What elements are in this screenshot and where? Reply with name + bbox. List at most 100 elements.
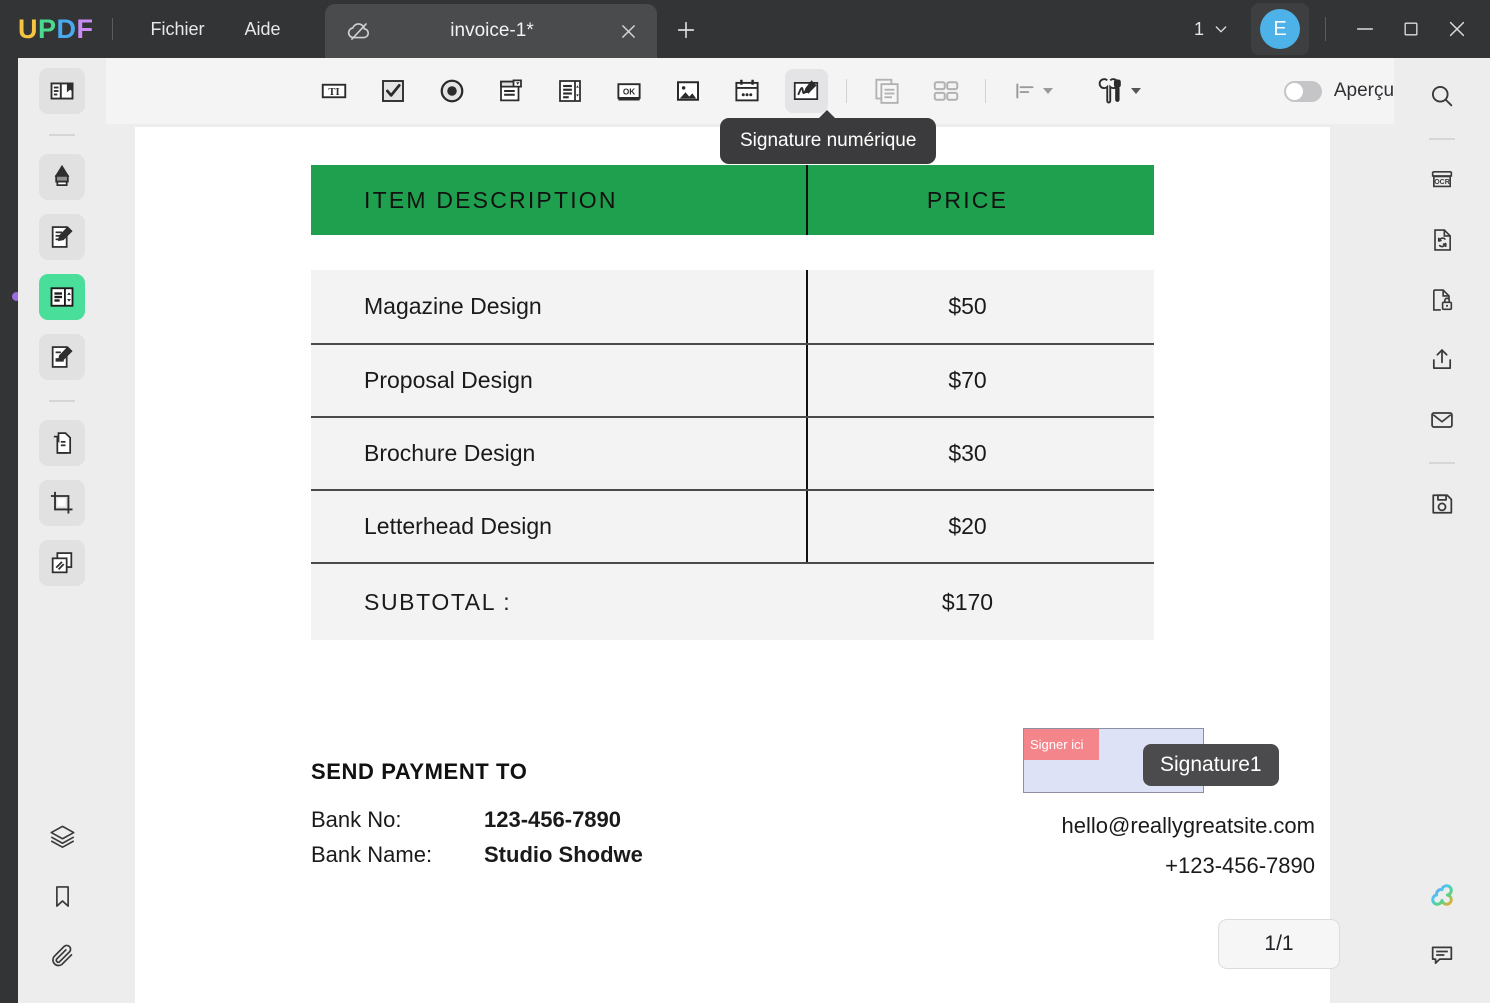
sidebar-item-form[interactable] — [39, 274, 85, 320]
layers-icon — [49, 823, 76, 850]
rsidebar-convert[interactable] — [1418, 216, 1466, 264]
menu-fichier[interactable]: Fichier — [131, 13, 225, 46]
cell-item: Magazine Design — [311, 293, 806, 320]
sidebar-item-attachments[interactable] — [39, 933, 85, 979]
avatar: E — [1260, 9, 1300, 49]
image-field-icon — [673, 76, 703, 106]
rsidebar-save[interactable] — [1418, 480, 1466, 528]
save-disk-icon — [1428, 490, 1456, 518]
avatar-button[interactable]: E — [1251, 3, 1309, 55]
crop-icon — [48, 489, 76, 517]
cell-item: Brochure Design — [311, 440, 806, 467]
chevron-down-icon — [1213, 21, 1229, 37]
edit-document-icon — [48, 223, 76, 251]
document-viewport[interactable]: ITEM DESCRIPTION PRICE Magazine Design $… — [106, 124, 1394, 1003]
logo-letter-f: F — [77, 16, 94, 43]
sidebar-item-reader[interactable] — [39, 68, 85, 114]
cell-price: $20 — [806, 513, 1154, 540]
sidebar-item-crop[interactable] — [39, 480, 85, 526]
tool-push-button[interactable]: OK — [608, 69, 651, 113]
tool-checkbox[interactable] — [371, 69, 414, 113]
sidebar-item-batch[interactable] — [39, 540, 85, 586]
maximize-icon[interactable] — [1388, 0, 1434, 58]
right-sidebar-bottom — [1394, 871, 1490, 991]
share-upload-icon — [1428, 346, 1456, 374]
toolbar-separator-1 — [846, 79, 847, 103]
row-divider — [806, 418, 808, 491]
tool-text-field[interactable]: TI — [312, 69, 355, 113]
tool-form-data[interactable] — [865, 69, 908, 113]
search-icon — [1428, 82, 1456, 110]
close-icon[interactable] — [611, 14, 645, 48]
sidebar-separator-1 — [49, 134, 75, 136]
pdf-page[interactable]: ITEM DESCRIPTION PRICE Magazine Design $… — [135, 127, 1330, 1003]
paperclip-icon — [49, 943, 76, 970]
left-sidebar-bottom — [18, 813, 106, 993]
tab-title: invoice-1* — [373, 20, 611, 42]
text-field-icon: TI — [319, 76, 349, 106]
svg-text:TI: TI — [328, 87, 339, 98]
preview-toggle-group[interactable]: Aperçu — [1284, 80, 1394, 102]
tool-dropdown[interactable] — [489, 69, 532, 113]
bank-no-label: Bank No: — [311, 807, 484, 833]
bookmark-icon — [49, 883, 76, 910]
rsidebar-ocr[interactable]: OCR — [1418, 156, 1466, 204]
preview-toggle[interactable] — [1284, 81, 1322, 102]
digital-signature-icon — [791, 76, 821, 106]
new-tab-button[interactable] — [668, 12, 704, 48]
window-close-icon[interactable] — [1434, 0, 1480, 58]
bank-name-label: Bank Name: — [311, 842, 484, 868]
sidebar-item-pages[interactable] — [39, 420, 85, 466]
radio-button-icon — [437, 76, 467, 106]
page-indicator[interactable]: 1/1 — [1218, 919, 1340, 969]
cell-price: $70 — [806, 367, 1154, 394]
tool-list-box[interactable] — [548, 69, 591, 113]
tool-date-field[interactable] — [726, 69, 769, 113]
lock-document-icon — [1428, 286, 1456, 314]
rsidebar-protect[interactable] — [1418, 276, 1466, 324]
updf-window: U P D F Fichier Aide invoice-1* — [0, 0, 1490, 1003]
signature-field-tooltip: Signature1 — [1143, 744, 1279, 786]
checkbox-icon — [378, 76, 408, 106]
tool-align[interactable] — [1004, 69, 1061, 113]
table-body: Magazine Design $50 Proposal Design $70 … — [311, 270, 1154, 640]
field-grid-icon — [931, 76, 961, 106]
right-sidebar: OCR — [1394, 58, 1490, 1003]
chevron-down-icon — [1131, 88, 1141, 94]
cloud-off-icon — [345, 17, 373, 45]
sidebar-item-sign[interactable] — [39, 334, 85, 380]
rsidebar-comments[interactable] — [1418, 931, 1466, 979]
tool-radio-button[interactable] — [430, 69, 473, 113]
document-tab[interactable]: invoice-1* — [325, 4, 657, 58]
tool-digital-signature[interactable] — [785, 69, 828, 113]
contact-phone: +123-456-7890 — [835, 853, 1315, 879]
sidebar-item-layers[interactable] — [39, 813, 85, 859]
ocr-icon: OCR — [1428, 166, 1456, 194]
tool-image-field[interactable] — [667, 69, 710, 113]
rsidebar-share[interactable] — [1418, 336, 1466, 384]
list-box-icon — [555, 76, 585, 106]
tool-field-grid[interactable] — [924, 69, 967, 113]
bank-no-value: 123-456-7890 — [484, 807, 621, 833]
page-selector[interactable]: 1 — [1186, 14, 1237, 45]
calendar-date-icon — [732, 76, 762, 106]
column-header-item: ITEM DESCRIPTION — [311, 187, 806, 214]
minimize-icon[interactable] — [1342, 0, 1388, 58]
table-row: Magazine Design $50 — [311, 270, 1154, 343]
tool-form-settings[interactable] — [1091, 69, 1148, 113]
rsidebar-email[interactable] — [1418, 396, 1466, 444]
titlebar-divider — [112, 18, 113, 40]
cell-price: $30 — [806, 440, 1154, 467]
sign-here-badge: Signer ici — [1024, 729, 1099, 760]
table-header-row: ITEM DESCRIPTION PRICE — [311, 165, 1154, 235]
rsidebar-ai-assistant[interactable] — [1418, 871, 1466, 919]
sidebar-item-edit[interactable] — [39, 214, 85, 260]
page-organize-icon — [48, 429, 76, 457]
rsidebar-search[interactable] — [1418, 72, 1466, 120]
updf-logo: U P D F — [18, 16, 94, 43]
row-divider — [806, 491, 808, 564]
sidebar-item-annotate[interactable] — [39, 154, 85, 200]
menu-aide[interactable]: Aide — [225, 13, 301, 46]
sidebar-item-bookmarks[interactable] — [39, 873, 85, 919]
cell-item: Letterhead Design — [311, 513, 806, 540]
